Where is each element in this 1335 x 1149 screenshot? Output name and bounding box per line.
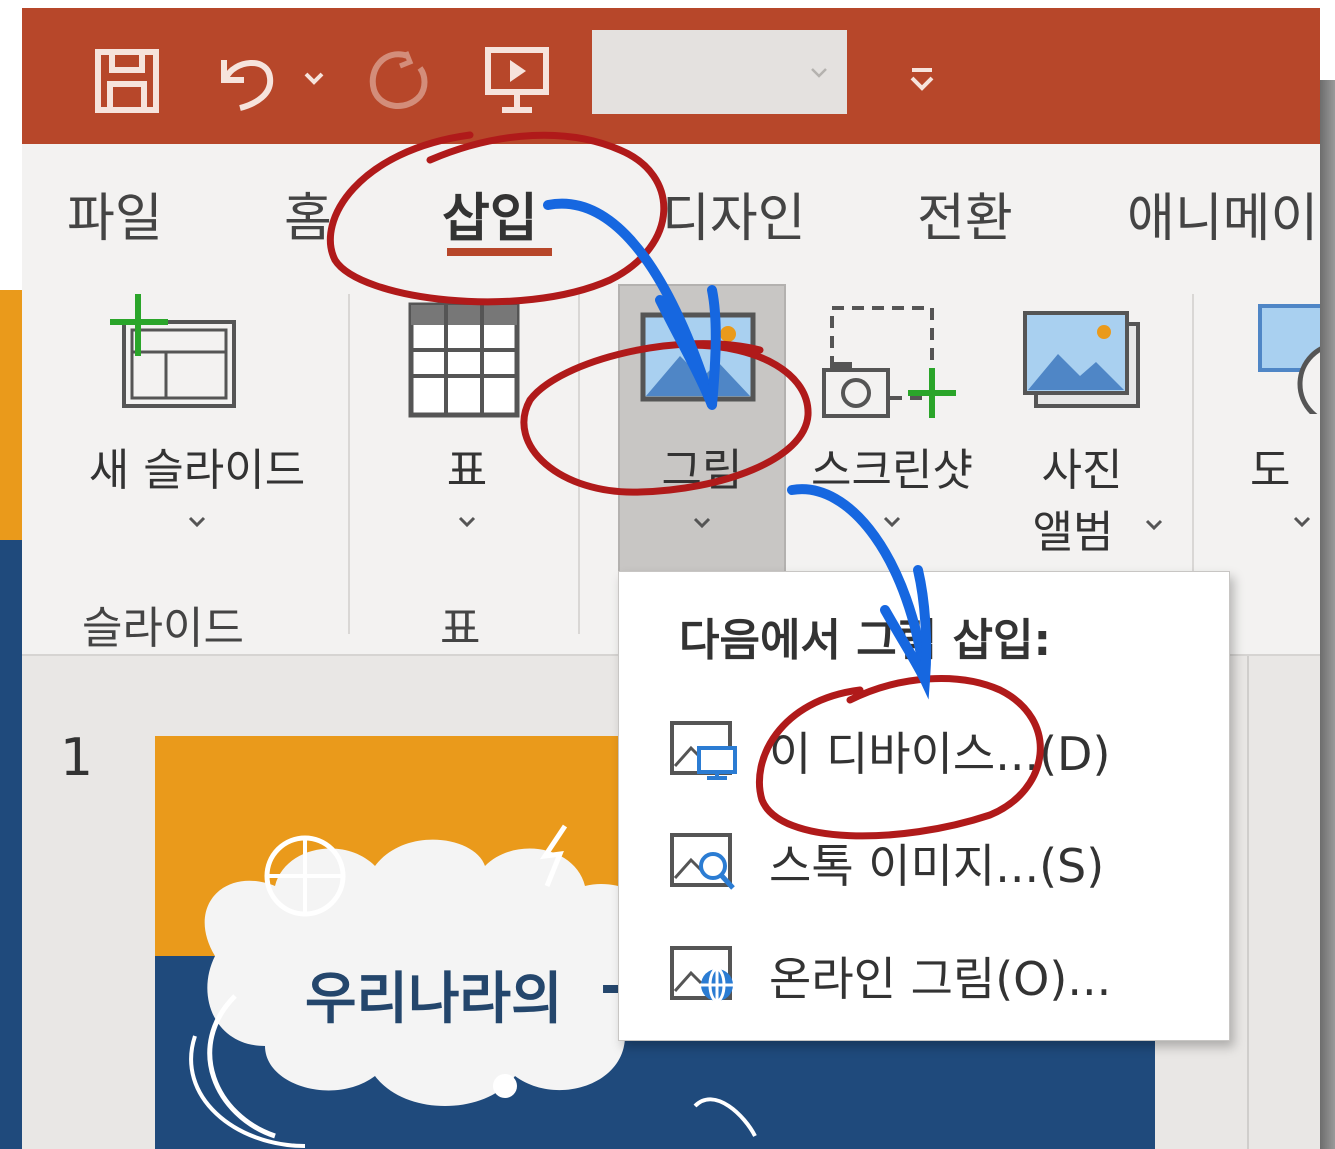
table-icon <box>408 302 520 422</box>
new-slide-button[interactable]: 새 슬라이드 <box>52 284 342 564</box>
shapes-label: 도 <box>1250 445 1291 496</box>
title-bar <box>22 8 1320 144</box>
chevron-down-icon <box>1290 509 1314 533</box>
chevron-down-icon <box>880 509 904 533</box>
start-presentation-icon[interactable] <box>482 44 552 116</box>
picture-label: 그림 <box>661 445 743 496</box>
shapes-button[interactable]: 도 <box>1250 284 1320 564</box>
group-separator <box>348 294 350 634</box>
table-button[interactable]: 표 <box>392 284 542 564</box>
pane-divider <box>1247 656 1249 1149</box>
group-label-tables: 표 <box>440 603 481 654</box>
ribbon-tabs: 파일 홈 삽입 디자인 전환 애니메이 <box>22 144 1320 274</box>
screenshot-label: 스크린샷 <box>811 445 973 496</box>
tab-file[interactable]: 파일 <box>67 176 163 251</box>
window-shadow <box>1320 80 1335 1149</box>
photo-album-button[interactable]: 사진 앨범 <box>1002 284 1172 564</box>
menu-item-label: 스톡 이미지...(S) <box>769 839 1105 893</box>
new-slide-icon <box>110 292 240 416</box>
photo-album-icon <box>1022 310 1142 414</box>
tab-design[interactable]: 디자인 <box>662 176 806 251</box>
powerpoint-window: 파일 홈 삽입 디자인 전환 애니메이 새 슬라이드 슬라이드 표 표 그림 스… <box>22 8 1320 1149</box>
customize-qat-icon[interactable] <box>902 58 942 98</box>
menu-item-label: 이 디바이스...(D) <box>769 727 1111 781</box>
tab-insert[interactable]: 삽입 <box>442 176 538 251</box>
screenshot-button[interactable]: 스크린샷 <box>792 284 992 564</box>
undo-dropdown-icon[interactable] <box>302 66 326 90</box>
tab-transitions[interactable]: 전환 <box>917 176 1013 251</box>
chevron-down-icon <box>1142 512 1166 536</box>
menu-item-this-device[interactable]: 이 디바이스...(D) <box>619 702 1229 802</box>
slide-number: 1 <box>60 728 94 788</box>
chevron-down-icon <box>185 509 209 533</box>
group-separator <box>578 294 580 634</box>
device-picture-icon <box>669 720 739 780</box>
screenshot-icon <box>822 304 962 428</box>
group-label-slides: 슬라이드 <box>82 603 244 654</box>
qat-combo-box[interactable] <box>592 30 847 114</box>
online-picture-icon <box>669 945 739 1005</box>
new-slide-label: 새 슬라이드 <box>88 445 306 496</box>
redo-icon[interactable] <box>362 46 432 116</box>
menu-item-stock-images[interactable]: 스톡 이미지...(S) <box>619 814 1229 914</box>
insert-picture-menu: 다음에서 그림 삽입: 이 디바이스...(D) 스톡 이미지...(S) 온라… <box>618 571 1230 1041</box>
undo-icon[interactable] <box>212 46 282 116</box>
stock-image-icon <box>669 832 739 892</box>
picture-button[interactable]: 그림 <box>618 284 786 578</box>
chevron-down-icon <box>690 510 714 534</box>
shapes-icon <box>1258 304 1320 422</box>
photo-album-label-line2: 앨범 <box>1032 507 1114 558</box>
picture-icon <box>640 312 756 406</box>
table-label: 표 <box>446 445 488 496</box>
save-icon[interactable] <box>92 46 162 116</box>
menu-item-online-pictures[interactable]: 온라인 그림(O)... <box>619 927 1229 1027</box>
tab-animations[interactable]: 애니메이 <box>1127 176 1318 251</box>
tab-home[interactable]: 홈 <box>284 176 332 251</box>
active-tab-underline <box>447 248 552 256</box>
slide-title-text: 우리나라의 <box>305 967 563 1032</box>
menu-header: 다음에서 그림 삽입: <box>679 615 1052 666</box>
photo-album-label-line1: 사진 <box>1041 445 1123 496</box>
chevron-down-icon <box>455 509 479 533</box>
chevron-down-icon <box>807 60 831 84</box>
menu-item-label: 온라인 그림(O)... <box>769 952 1112 1006</box>
